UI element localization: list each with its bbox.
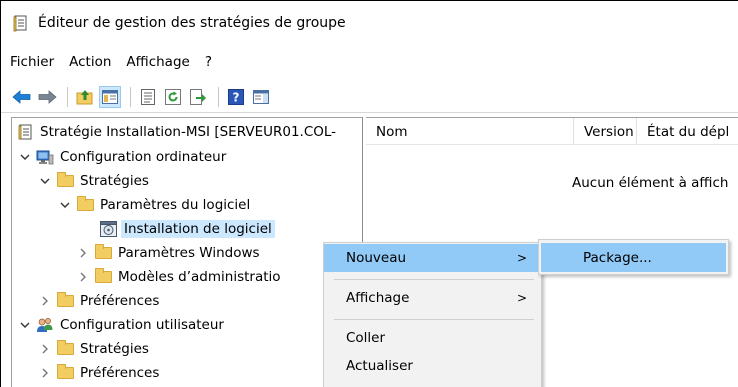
submenu-item-package[interactable]: Package...	[541, 243, 726, 272]
new-submenu: Package...	[538, 239, 729, 275]
tree-item-label: Stratégies	[80, 173, 149, 189]
submenu-arrow-icon: >	[516, 251, 527, 265]
submenu-arrow-icon: >	[516, 291, 527, 305]
tree-item-label: Stratégies	[80, 341, 149, 357]
tree-item-label: Paramètres Windows	[118, 245, 260, 261]
properties-icon[interactable]	[137, 86, 159, 108]
tree-item-software-installation[interactable]: Installation de logiciel	[100, 217, 275, 241]
tree-item-admin-templates[interactable]: Modèles d’administratio	[76, 265, 281, 289]
folder-icon	[56, 364, 74, 381]
computer-icon	[36, 149, 54, 165]
chevron-right-icon[interactable]	[38, 342, 52, 356]
tree-item-software-settings[interactable]: Paramètres du logiciel	[58, 193, 250, 217]
tree-item-user-config[interactable]: Configuration utilisateur	[18, 313, 224, 337]
console-tree[interactable]: Stratégie Installation-MSI [SERVEUR01.CO…	[11, 117, 363, 387]
back-arrow-icon[interactable]	[11, 86, 33, 108]
context-menu-item-refresh[interactable]: Actualiser	[324, 352, 541, 380]
help-icon[interactable]: ?	[225, 86, 247, 108]
folder-icon	[76, 196, 94, 213]
toolbar: ?	[1, 81, 738, 113]
chevron-right-icon[interactable]	[76, 270, 90, 284]
empty-list-message: Aucun élément à affich	[572, 175, 729, 191]
chevron-down-icon[interactable]	[18, 318, 32, 332]
menu-bar: Fichier Action Affichage ?	[1, 49, 227, 75]
folder-icon	[56, 172, 74, 189]
tree-item-user-strategies[interactable]: Stratégies	[38, 337, 149, 361]
forward-arrow-icon[interactable]	[36, 86, 58, 108]
menu-item-label: Coller	[346, 330, 386, 346]
chevron-down-icon[interactable]	[18, 150, 32, 164]
chevron-right-icon[interactable]	[76, 246, 90, 260]
tree-item-windows-settings[interactable]: Paramètres Windows	[76, 241, 260, 265]
context-menu-item-view[interactable]: Affichage >	[324, 284, 541, 312]
tree-item-strategies[interactable]: Stratégies	[38, 169, 149, 193]
context-menu: Nouveau > Affichage > Coller Actualiser	[323, 242, 542, 387]
list-header: Nom Version État du dépl	[366, 118, 738, 145]
window-title: Éditeur de gestion des stratégies de gro…	[38, 15, 346, 31]
menu-item-label: Affichage	[346, 290, 410, 306]
menu-help[interactable]: ?	[205, 52, 212, 72]
tree-item-label: Installation de logiciel	[121, 220, 275, 238]
column-header-deploy-state[interactable]: État du dépl	[637, 118, 738, 145]
tree-item-label: Stratégie Installation-MSI [SERVEUR01.CO…	[40, 124, 337, 140]
menu-item-label: Nouveau	[346, 250, 407, 266]
show-hide-tree-icon[interactable]	[99, 85, 121, 108]
tree-item-gpo-root[interactable]: Stratégie Installation-MSI [SERVEUR01.CO…	[16, 120, 336, 144]
folder-icon	[56, 340, 74, 357]
tree-item-user-preferences[interactable]: Préférences	[38, 361, 159, 385]
column-header-version[interactable]: Version	[574, 118, 637, 145]
refresh-icon[interactable]	[162, 86, 184, 108]
up-folder-icon[interactable]	[74, 86, 96, 108]
folder-icon	[94, 268, 112, 285]
users-icon	[36, 317, 54, 333]
chevron-down-icon[interactable]	[58, 198, 72, 212]
menu-fichier[interactable]: Fichier	[10, 52, 54, 72]
gpo-editor-window: Éditeur de gestion des stratégies de gro…	[0, 0, 738, 387]
column-header-name[interactable]: Nom	[366, 118, 574, 145]
tree-item-label: Configuration ordinateur	[60, 149, 227, 165]
context-menu-item-new[interactable]: Nouveau >	[324, 244, 541, 272]
menu-affichage[interactable]: Affichage	[126, 52, 189, 72]
context-menu-item-paste[interactable]: Coller	[324, 324, 541, 352]
gpo-editor-app-icon	[12, 14, 30, 32]
menu-item-label: Package...	[583, 249, 652, 266]
toolbar-separator	[67, 86, 68, 107]
tree-item-label: Modèles d’administratio	[118, 269, 281, 285]
svg-text:?: ?	[233, 90, 240, 104]
software-installation-icon	[100, 221, 118, 237]
tree-item-label: Configuration utilisateur	[60, 317, 224, 333]
folder-icon	[94, 244, 112, 261]
menu-separator	[334, 279, 534, 280]
folder-icon	[56, 292, 74, 309]
menu-separator	[334, 319, 534, 320]
menu-action[interactable]: Action	[69, 52, 111, 72]
toolbar-separator	[218, 86, 219, 107]
action-pane-icon[interactable]	[250, 86, 272, 108]
export-list-icon[interactable]	[187, 86, 209, 108]
menu-item-label: Actualiser	[346, 358, 413, 374]
chevron-right-icon[interactable]	[38, 366, 52, 380]
chevron-down-icon[interactable]	[38, 174, 52, 188]
tree-item-preferences[interactable]: Préférences	[38, 289, 159, 313]
title-bar: Éditeur de gestion des stratégies de gro…	[1, 1, 738, 45]
chevron-right-icon[interactable]	[38, 294, 52, 308]
tree-item-label: Préférences	[80, 365, 160, 381]
toolbar-separator	[130, 86, 131, 107]
tree-item-label: Préférences	[80, 293, 160, 309]
tree-item-computer-config[interactable]: Configuration ordinateur	[18, 145, 226, 169]
gpo-document-icon	[16, 124, 34, 140]
tree-item-label: Paramètres du logiciel	[100, 197, 251, 213]
